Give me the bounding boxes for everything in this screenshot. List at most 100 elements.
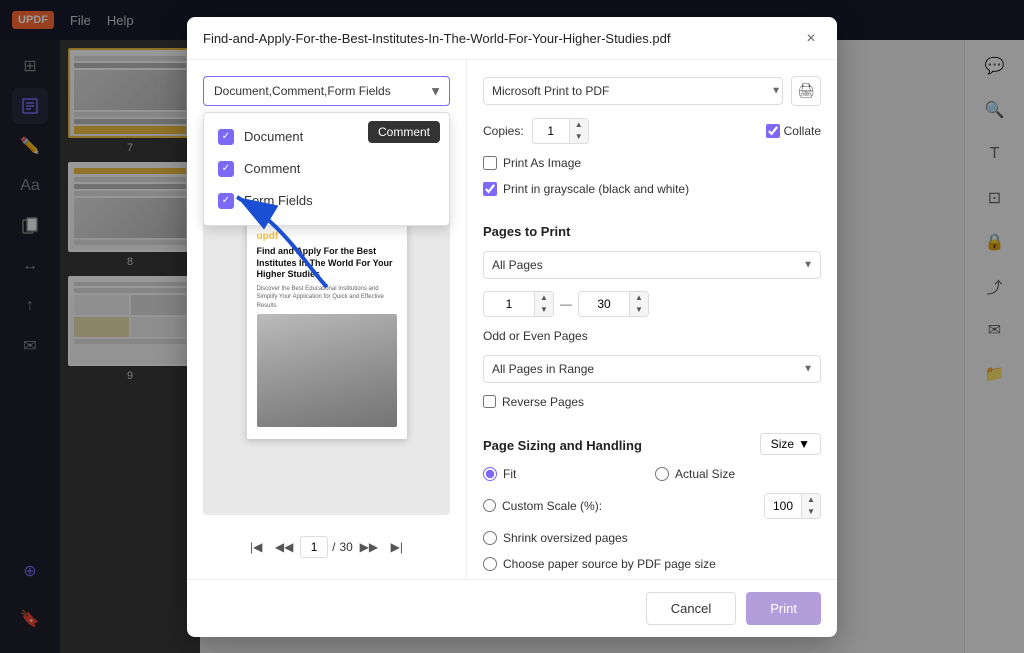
range-from-up[interactable]: ▲ — [535, 292, 553, 304]
radio-shrink-label: Shrink oversized pages — [503, 531, 628, 545]
scale-up-btn[interactable]: ▲ — [802, 494, 820, 506]
popup-item-formfields[interactable]: ✓ Form Fields — [204, 185, 449, 217]
radio-shrink[interactable] — [483, 531, 497, 545]
range-to-input[interactable] — [579, 292, 629, 316]
popup-item-comment[interactable]: ✓ Comment — [204, 153, 449, 185]
page-sizing-heading: Page Sizing and Handling — [483, 438, 642, 453]
comment-label: Comment — [244, 161, 300, 176]
print-as-image-label: Print As Image — [503, 156, 581, 170]
copies-down-btn[interactable]: ▼ — [570, 131, 588, 143]
cancel-button[interactable]: Cancel — [646, 592, 736, 625]
dialog-titlebar: Find-and-Apply-For-the-Best-Institutes-I… — [187, 17, 837, 60]
collate-label: Collate — [784, 124, 821, 138]
content-type-dropdown-container: Document,Comment,Form Fields ▼ ✓ Documen… — [203, 76, 450, 106]
copies-input[interactable] — [533, 120, 569, 142]
page-current: / 30 — [300, 536, 353, 558]
reverse-pages-label: Reverse Pages — [502, 395, 584, 409]
preview-heading: Find and Apply For the Best Institutes I… — [257, 246, 397, 281]
page-number-input[interactable] — [300, 536, 328, 558]
dialog-title: Find-and-Apply-For-the-Best-Institutes-I… — [203, 31, 801, 46]
radio-actual[interactable] — [655, 467, 669, 481]
print-as-image-row: Print As Image — [483, 156, 821, 170]
range-from-spin: ▲ ▼ — [534, 292, 553, 316]
printer-row-wrapper: Microsoft Print to PDF ▼ 🖨 — [483, 76, 821, 106]
odd-even-select-wrap: All Pages in Range Odd Pages Only Even P… — [483, 355, 821, 383]
pages-dropdown[interactable]: All Pages Custom Range — [483, 251, 821, 279]
pages-to-print-heading: Pages to Print — [483, 224, 821, 239]
pagination: |◀ ◀◀ / 30 ▶▶ ▶| — [203, 527, 450, 563]
sizing-heading-row: Page Sizing and Handling Size ▼ — [483, 433, 821, 455]
printer-select[interactable]: Microsoft Print to PDF — [483, 77, 783, 105]
reverse-pages-checkbox[interactable] — [483, 395, 496, 408]
print-grayscale-label: Print in grayscale (black and white) — [503, 182, 689, 196]
collate-checkbox[interactable] — [766, 124, 780, 138]
scale-input-wrap: ▲ ▼ — [764, 493, 821, 519]
pages-select-wrap: All Pages Custom Range ▼ — [483, 251, 821, 279]
radio-fit-row: Fit — [483, 467, 649, 481]
radio-paper[interactable] — [483, 557, 497, 571]
range-to-down[interactable]: ▼ — [630, 304, 648, 316]
range-from-down[interactable]: ▼ — [535, 304, 553, 316]
size-btn-arrow: ▼ — [798, 437, 810, 451]
range-from-input[interactable] — [484, 292, 534, 316]
page-next-btn[interactable]: ▶▶ — [357, 535, 381, 559]
page-total: 30 — [339, 540, 352, 554]
range-row: ▲ ▼ — ▲ ▼ — [483, 291, 821, 317]
radio-actual-row: Actual Size — [655, 467, 821, 481]
size-btn[interactable]: Size ▼ — [760, 433, 821, 455]
radio-fit[interactable] — [483, 467, 497, 481]
formfields-checkbox[interactable]: ✓ — [218, 193, 234, 209]
print-grayscale-checkbox[interactable] — [483, 182, 497, 196]
scale-spin: ▲ ▼ — [801, 494, 820, 518]
range-to-wrap: ▲ ▼ — [578, 291, 649, 317]
page-last-btn[interactable]: ▶| — [385, 535, 409, 559]
copies-input-wrap: ▲ ▼ — [532, 118, 589, 144]
document-label: Document — [244, 129, 303, 144]
range-to-spin: ▲ ▼ — [629, 292, 648, 316]
range-from-wrap: ▲ ▼ — [483, 291, 554, 317]
print-as-image-checkbox[interactable] — [483, 156, 497, 170]
collate-wrap: Collate — [766, 124, 821, 138]
close-button[interactable]: × — [801, 29, 821, 49]
radio-actual-label: Actual Size — [675, 467, 735, 481]
comment-tooltip: Comment — [368, 121, 440, 143]
range-dash: — — [560, 297, 572, 311]
document-checkbox[interactable]: ✓ — [218, 129, 234, 145]
preview-image — [257, 314, 397, 427]
sizing-radio-grid: Fit Actual Size — [483, 467, 821, 481]
radio-fit-label: Fit — [503, 467, 516, 481]
range-to-up[interactable]: ▲ — [630, 292, 648, 304]
page-separator: / — [332, 540, 335, 554]
content-type-dropdown[interactable]: Document,Comment,Form Fields — [203, 76, 450, 106]
comment-checkbox[interactable]: ✓ — [218, 161, 234, 177]
scale-down-btn[interactable]: ▼ — [802, 506, 820, 518]
custom-scale-row: Custom Scale (%): ▲ ▼ — [483, 493, 821, 519]
printer-row: Microsoft Print to PDF ▼ 🖨 — [483, 76, 821, 106]
dialog-right-panel: Microsoft Print to PDF ▼ 🖨 Copies: ▲ ▼ — [467, 60, 837, 579]
copies-row: Copies: ▲ ▼ Collate — [483, 118, 821, 144]
preview-subtext: Discover the Best Educational Institutio… — [257, 285, 397, 310]
radio-custom[interactable] — [483, 499, 496, 512]
reverse-pages-row: Reverse Pages — [483, 395, 821, 409]
modal-overlay: Find-and-Apply-For-the-Best-Institutes-I… — [0, 0, 1024, 653]
printer-settings-btn[interactable]: 🖨 — [791, 76, 821, 106]
radio-paper-label: Choose paper source by PDF page size — [503, 557, 716, 571]
scale-input[interactable] — [765, 494, 801, 518]
formfields-label: Form Fields — [244, 193, 313, 208]
odd-even-dropdown[interactable]: All Pages in Range Odd Pages Only Even P… — [483, 355, 821, 383]
size-btn-label: Size — [771, 437, 794, 451]
page-prev-btn[interactable]: ◀◀ — [272, 535, 296, 559]
dialog-left-panel: Document,Comment,Form Fields ▼ ✓ Documen… — [187, 60, 467, 579]
radio-shrink-row: Shrink oversized pages — [483, 531, 821, 545]
copies-label: Copies: — [483, 124, 524, 138]
dialog-footer: Cancel Print — [187, 579, 837, 637]
page-first-btn[interactable]: |◀ — [244, 535, 268, 559]
copies-spin: ▲ ▼ — [569, 119, 588, 143]
odd-even-label: Odd or Even Pages — [483, 329, 821, 343]
copies-up-btn[interactable]: ▲ — [570, 119, 588, 131]
preview-page: updf Find and Apply For the Best Institu… — [247, 219, 407, 439]
preview-logo: updf — [257, 231, 397, 242]
print-dialog: Find-and-Apply-For-the-Best-Institutes-I… — [187, 17, 837, 637]
print-button[interactable]: Print — [746, 592, 821, 625]
radio-paper-row: Choose paper source by PDF page size — [483, 557, 821, 571]
